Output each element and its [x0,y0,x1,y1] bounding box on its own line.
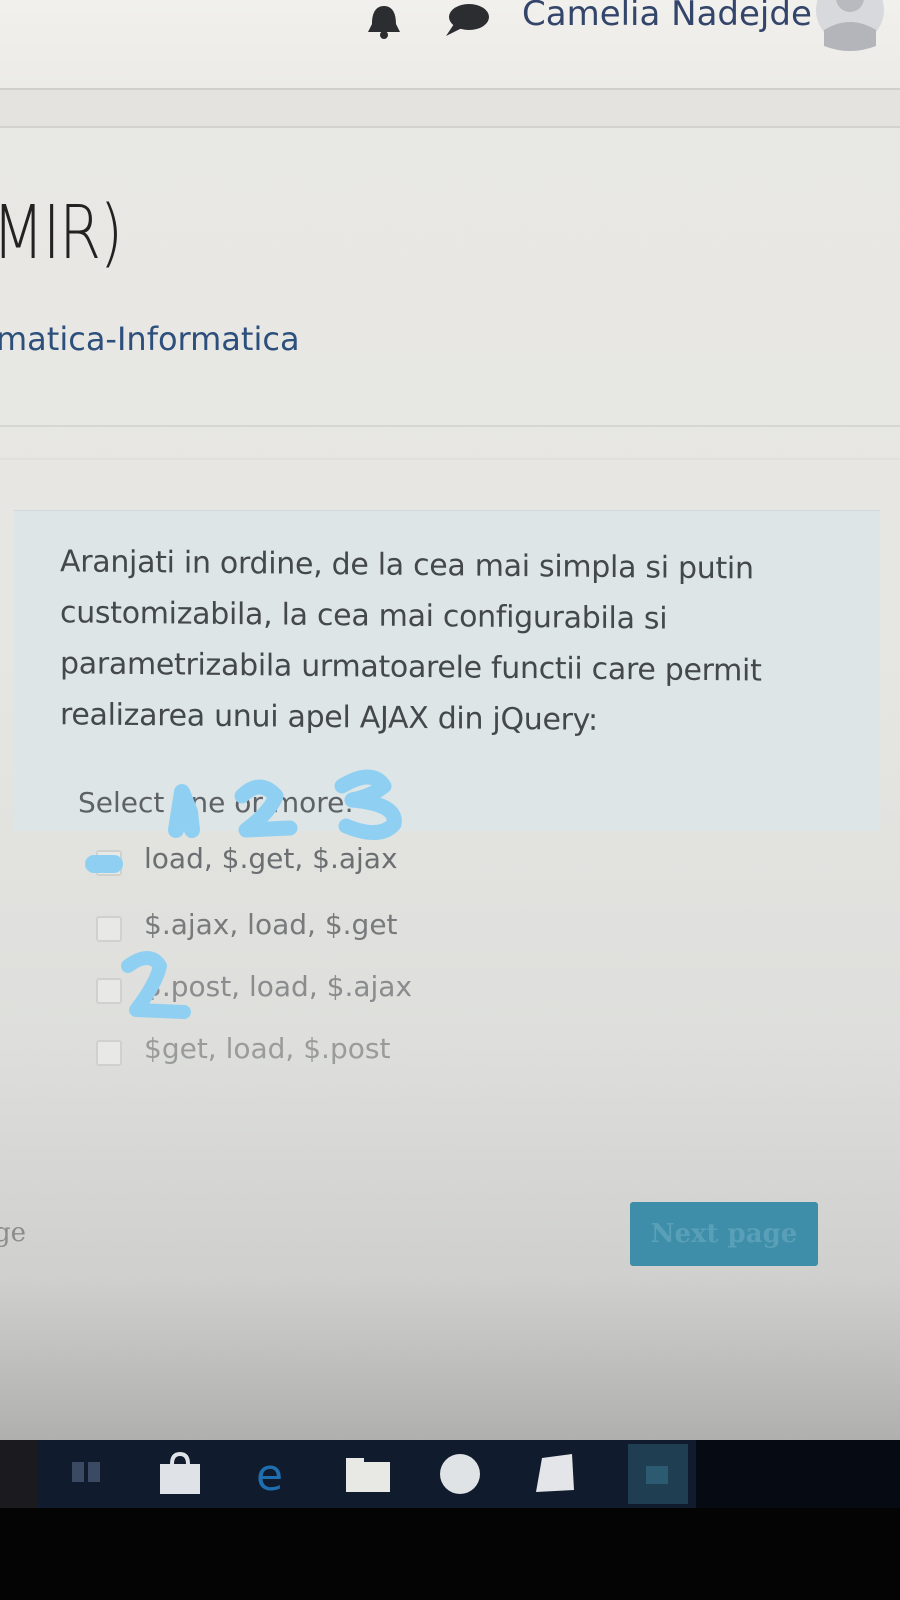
monitor-bezel [0,1508,900,1600]
user-name[interactable]: Camelia Nadejde [522,0,812,34]
chrome-icon[interactable] [436,1450,484,1498]
bell-icon[interactable] [362,4,406,40]
answer-checkbox[interactable] [96,850,122,876]
next-page-button[interactable]: Next page [630,1202,818,1266]
answer-checkbox[interactable] [96,916,122,942]
header-band [0,90,900,128]
svg-text:e: e [256,1450,283,1496]
previous-page-button[interactable]: ge [0,1218,26,1248]
top-navbar: Camelia Nadejde [0,0,900,90]
breadcrumb-course-link[interactable]: matica-Informatica [0,320,300,358]
answer-option-label: $.ajax, load, $.get [144,908,398,941]
avatar-icon[interactable] [802,0,900,56]
edge-browser-icon[interactable]: e [250,1450,300,1496]
answer-checkbox[interactable] [96,1040,122,1066]
answer-instruction: Select one or more: [78,786,354,819]
app-icon[interactable] [530,1452,578,1496]
active-app-icon[interactable] [628,1444,688,1504]
chat-icon[interactable] [442,2,492,38]
divider [0,458,900,460]
question-text: Aranjati in ordine, de la cea mai simpla… [60,544,762,738]
page-title: MIR) [0,190,123,276]
task-view-icon[interactable] [68,1454,104,1490]
answer-checkbox[interactable] [96,978,122,1004]
taskbar-tray [696,1440,900,1508]
answer-option-label: $.post, load, $.ajax [144,970,413,1003]
answer-option-label: load, $.get, $.ajax [144,842,398,875]
file-explorer-icon[interactable] [344,1454,392,1494]
taskbar-edge [0,1440,38,1508]
divider [0,425,900,427]
store-icon[interactable] [156,1452,204,1496]
answer-option-label: $get, load, $.post [144,1032,391,1065]
